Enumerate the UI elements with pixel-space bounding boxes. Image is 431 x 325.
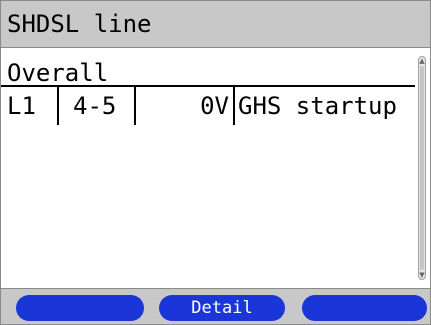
page-title: SHDSL line [7,10,152,38]
title-bar: SHDSL line [1,1,430,48]
softkey-bar: Detail [1,288,430,324]
vertical-scrollbar[interactable]: ▲ ▼ [418,56,426,280]
detail-button[interactable]: Detail [159,295,285,321]
softkey-left-button[interactable] [16,295,144,321]
scroll-down-arrow-icon[interactable]: ▼ [419,271,425,279]
line-id-cell: L1 [7,92,36,120]
section-header-overall: Overall [7,59,109,87]
column-divider [233,87,235,125]
device-screen: SHDSL line Overall L1 4-5 0V GHS startup… [0,0,431,325]
scroll-up-arrow-icon[interactable]: ▲ [419,57,425,65]
scrollbar-thumb[interactable] [420,66,424,270]
pair-cell: 4-5 [73,92,117,120]
column-divider [57,87,59,125]
status-cell: GHS startup [238,92,397,120]
column-divider [134,87,136,125]
softkey-right-button[interactable] [302,295,427,321]
table-row[interactable]: L1 4-5 0V GHS startup [1,87,415,125]
voltage-cell: 0V [200,92,229,120]
main-content: Overall L1 4-5 0V GHS startup ▲ ▼ [1,48,430,288]
